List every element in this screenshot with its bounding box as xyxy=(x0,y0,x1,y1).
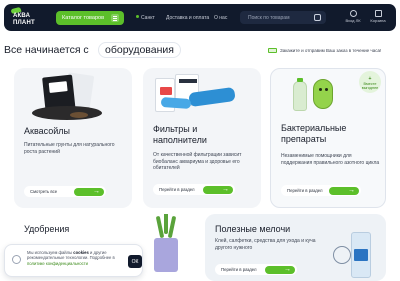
logo[interactable]: АКВА ПЛАНТ xyxy=(10,6,39,26)
go-to-section-button[interactable]: Перейти в раздел xyxy=(153,184,235,195)
cookie-text-bold: cookies xyxy=(73,250,89,255)
cart-button[interactable]: Корзина xyxy=(367,10,389,23)
city-selector[interactable]: Санкт xyxy=(136,15,155,21)
promo-text: Закажите и отправим Ваш заказ в течение … xyxy=(280,48,382,53)
bottle-image xyxy=(293,78,307,111)
page-title: Все начинается с xyxy=(4,44,89,56)
soil-pile-image xyxy=(32,106,102,120)
button-label: Смотреть все xyxy=(30,189,58,194)
cart-icon xyxy=(374,10,382,17)
bacteria-mascot-image xyxy=(313,79,333,109)
logo-text-line2: ПЛАНТ xyxy=(13,20,35,26)
location-icon xyxy=(136,15,139,18)
city-label: Санкт xyxy=(141,15,155,21)
view-all-button[interactable]: Смотреть все xyxy=(24,186,106,197)
card-title: Бактериальные препараты xyxy=(281,123,347,144)
card-title: Аквасойлы xyxy=(24,126,70,136)
bundle-badge-label: Вместе выгоднее xyxy=(361,81,379,91)
button-label: Перейти в раздел xyxy=(287,188,323,193)
privacy-policy-link[interactable]: политике конфиденциальности xyxy=(27,261,88,266)
site-header: АКВА ПЛАНТ Каталог товаров Санкт Доставк… xyxy=(4,4,396,31)
search-input[interactable] xyxy=(248,13,308,22)
promo-banner: Закажите и отправим Ваш заказ в течение … xyxy=(268,48,381,53)
login-label: Вход ЛК xyxy=(345,18,361,23)
truck-icon xyxy=(268,48,277,53)
title-pill: оборудования xyxy=(98,42,181,58)
cart-label: Корзина xyxy=(370,18,386,23)
user-icon xyxy=(349,10,357,17)
bundle-badge[interactable]: + Вместе выгоднее xyxy=(359,71,381,93)
button-label: Перейти в раздел xyxy=(159,187,195,192)
nav-about[interactable]: О нас xyxy=(214,15,227,21)
login-button[interactable]: Вход ЛК xyxy=(342,10,364,23)
catalog-button[interactable]: Каталог товаров xyxy=(56,11,124,25)
arrow-right-icon xyxy=(329,186,359,195)
card-title: Фильтры и наполнители xyxy=(153,124,207,145)
cookie-text: Мы используем файлы cookies и другие рек… xyxy=(27,250,123,266)
menu-icon xyxy=(111,14,119,22)
card-description: Незаменимые помощники для поддержания пр… xyxy=(281,153,380,166)
accessories-image xyxy=(331,226,385,281)
logo-text-line1: АКВА xyxy=(13,13,31,19)
arrow-right-icon xyxy=(74,187,104,196)
button-label: Перейти в раздел xyxy=(221,267,257,272)
arrow-right-icon xyxy=(203,185,233,194)
nav-delivery[interactable]: Доставка и оплата xyxy=(166,15,209,21)
arrow-right-icon xyxy=(265,265,295,274)
go-to-section-button[interactable]: Перейти в раздел xyxy=(215,264,297,275)
card-description: Питательные грунты для натурального рост… xyxy=(24,142,115,155)
card-title: Удобрения xyxy=(24,224,70,234)
category-card-accessories[interactable]: Полезные мелочи Клей, салфетки, средства… xyxy=(205,214,386,281)
cookie-text-part: Мы используем файлы xyxy=(27,250,74,255)
cookie-ok-button[interactable]: ОК xyxy=(128,255,142,268)
category-card-aquasoil[interactable]: Аквасойлы Питательные грунты для натурал… xyxy=(14,68,132,208)
catalog-button-label: Каталог товаров xyxy=(62,15,104,21)
sponge-image xyxy=(160,96,192,110)
cookie-icon xyxy=(12,255,21,264)
go-to-section-button[interactable]: Перейти в раздел xyxy=(281,185,361,196)
card-title: Полезные мелочи xyxy=(215,224,291,234)
category-card-filters[interactable]: Фильтры и наполнители От качественной фи… xyxy=(143,68,261,208)
card-description: Клей, салфетки, средства для ухода и куч… xyxy=(215,238,316,251)
search-icon[interactable] xyxy=(314,14,321,21)
card-description: От качественной фильтрации зависит биоба… xyxy=(153,152,242,171)
cookie-banner: Мы используем файлы cookies и другие рек… xyxy=(4,244,143,277)
search-bar xyxy=(240,11,326,24)
fertilizer-bottle-image xyxy=(142,214,192,280)
category-card-bacteria[interactable]: + Вместе выгоднее Бактериальные препарат… xyxy=(270,68,386,208)
